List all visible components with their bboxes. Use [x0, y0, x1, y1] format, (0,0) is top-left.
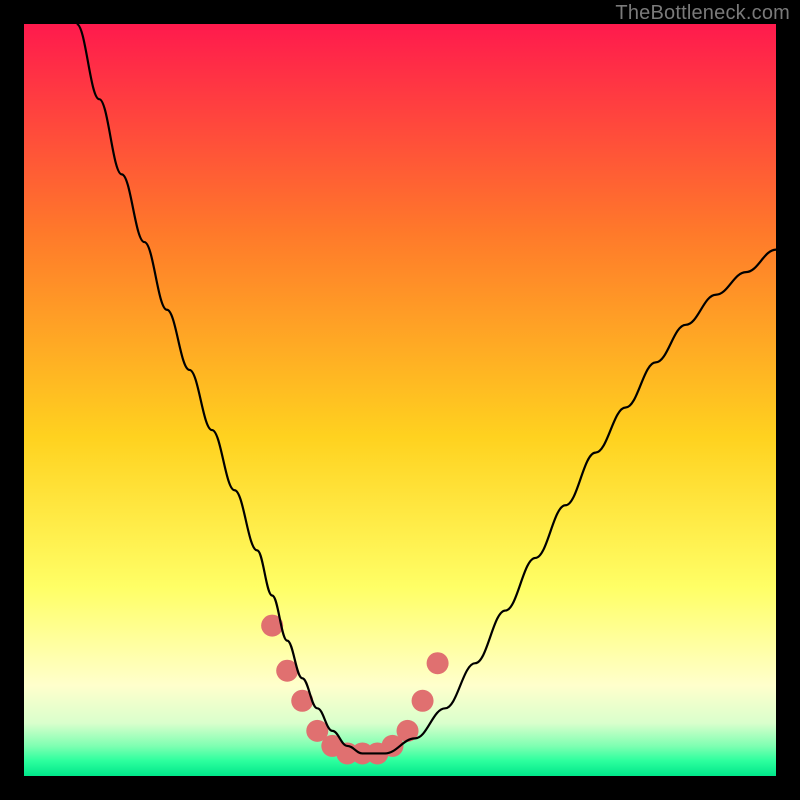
- marker-dot: [427, 652, 449, 674]
- gradient-background: [24, 24, 776, 776]
- marker-dot: [412, 690, 434, 712]
- bottleneck-chart: [24, 24, 776, 776]
- chart-frame: [24, 24, 776, 776]
- watermark-text: TheBottleneck.com: [615, 2, 790, 25]
